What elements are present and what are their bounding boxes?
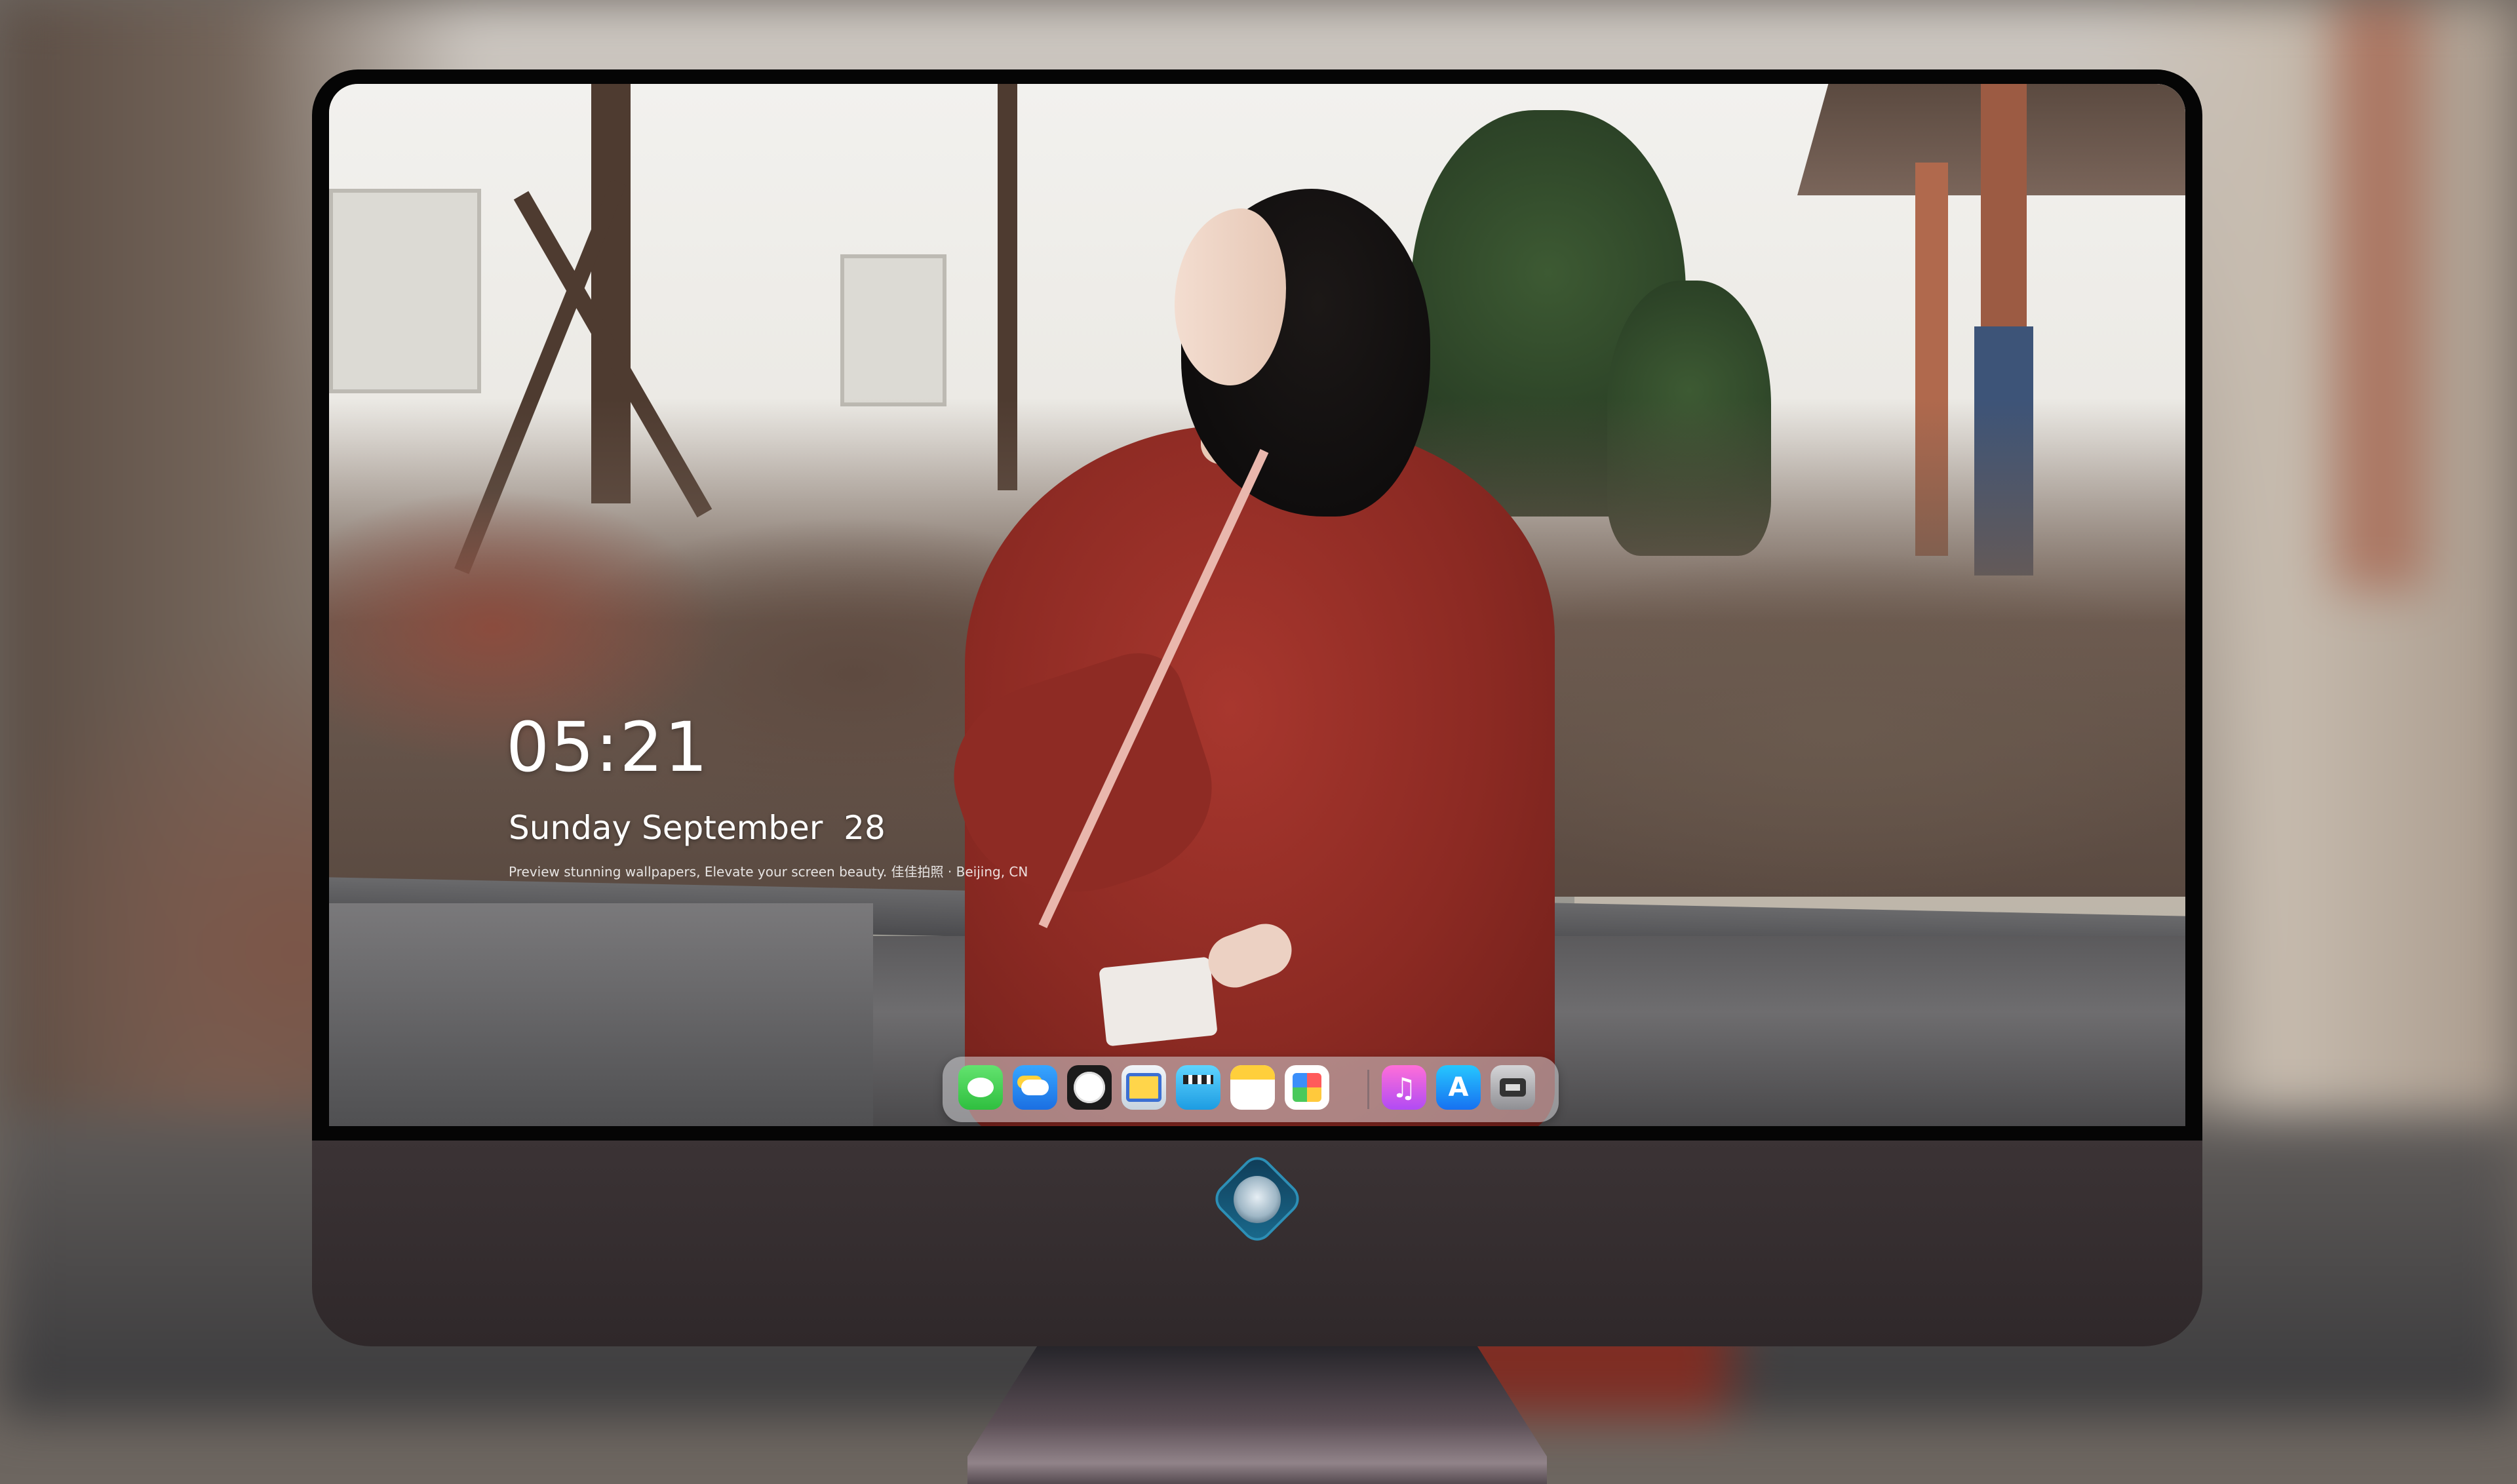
weather-icon[interactable] [1013,1065,1057,1110]
clock-icon[interactable] [1067,1065,1112,1110]
dock-separator [1367,1070,1369,1109]
wallpaper-caption: Preview stunning wallpapers, Elevate you… [509,864,1028,880]
dock [943,1057,1559,1122]
camera-icon[interactable] [1491,1065,1535,1110]
lock-screen: 05:21 Sunday September 28 Preview stunni… [329,84,2185,1126]
preview-icon[interactable] [1122,1065,1166,1110]
lock-screen-date: Sunday September 28 [509,809,886,847]
notes-icon[interactable] [1230,1065,1275,1110]
app-store-icon[interactable] [1436,1065,1481,1110]
music-icon[interactable] [1382,1065,1426,1110]
photos-icon[interactable] [1285,1065,1329,1110]
monitor-stand [967,1346,1547,1484]
clapperboard-icon[interactable] [1176,1065,1220,1110]
dragon-logo-face [1234,1176,1281,1223]
lock-screen-time: 05:21 [506,707,709,787]
messages-icon[interactable] [958,1065,1003,1110]
monitor-bezel: 05:21 Sunday September 28 Preview stunni… [312,69,2202,1141]
monitor: 05:21 Sunday September 28 Preview stunni… [312,69,2202,1484]
